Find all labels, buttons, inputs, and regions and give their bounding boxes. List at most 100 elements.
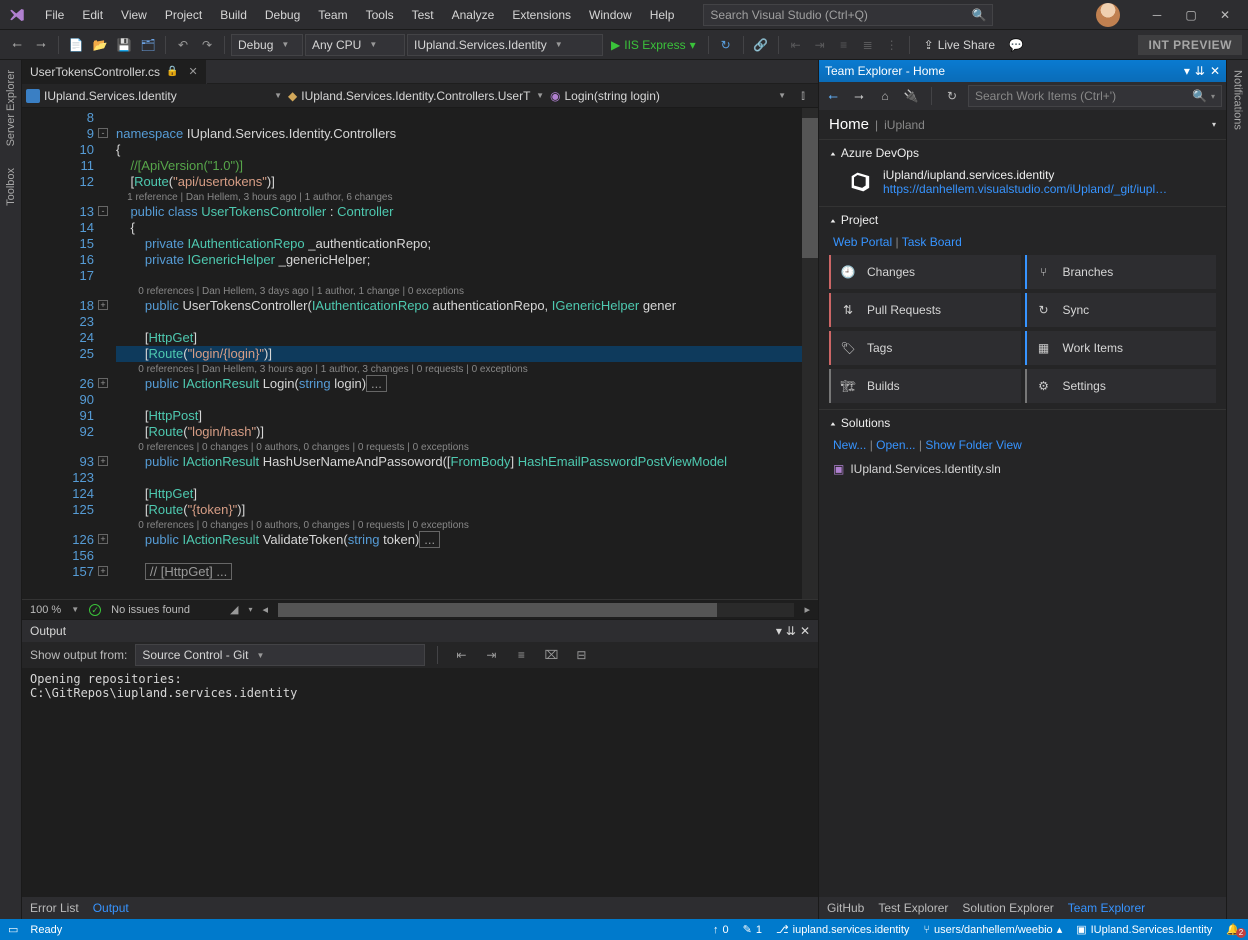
- step-2[interactable]: ⇥: [809, 33, 831, 57]
- new-project-button[interactable]: 📄: [65, 33, 87, 57]
- menu-window[interactable]: Window: [580, 8, 641, 22]
- output-source-dropdown[interactable]: Source Control - Git▼: [135, 644, 425, 666]
- feedback-button[interactable]: 💬: [1005, 33, 1027, 57]
- platform-dropdown[interactable]: Any CPU▼: [305, 34, 405, 56]
- te-expand-icon[interactable]: ▾: [1212, 120, 1216, 129]
- close-tab-icon[interactable]: ✕: [189, 65, 198, 78]
- te-menu-icon[interactable]: ▾: [1184, 64, 1190, 78]
- menu-tools[interactable]: Tools: [357, 8, 403, 22]
- open-sln-link[interactable]: Open...: [876, 438, 915, 452]
- config-dropdown[interactable]: Debug▼: [231, 34, 303, 56]
- fold-toggle[interactable]: +: [98, 456, 108, 466]
- te-section-devops[interactable]: ▲Azure DevOps: [819, 140, 1226, 166]
- undo-button[interactable]: ↶: [172, 33, 194, 57]
- output-tab[interactable]: Output: [93, 901, 129, 915]
- menu-help[interactable]: Help: [641, 8, 684, 22]
- startup-project-dropdown[interactable]: IUpland.Services.Identity▼: [407, 34, 603, 56]
- te-connect-button[interactable]: 🔌: [901, 86, 921, 106]
- menu-view[interactable]: View: [112, 8, 156, 22]
- nav-project[interactable]: IUpland.Services.Identity▼: [26, 89, 282, 103]
- pending-changes[interactable]: ✎1: [743, 923, 762, 936]
- step-4[interactable]: ≣: [857, 33, 879, 57]
- te-section-solutions[interactable]: ▲Solutions: [819, 410, 1226, 436]
- step-1[interactable]: ⇤: [785, 33, 807, 57]
- fold-toggle[interactable]: -: [98, 128, 108, 138]
- tile-changes[interactable]: 🕘Changes: [829, 255, 1021, 289]
- output-menu-icon[interactable]: ▾: [776, 624, 782, 638]
- web-portal-link[interactable]: Web Portal: [833, 235, 892, 249]
- output-btn-3[interactable]: ≡: [510, 643, 532, 667]
- notifications-tab[interactable]: Notifications: [1230, 64, 1246, 136]
- fold-toggle[interactable]: +: [98, 300, 108, 310]
- nav-class[interactable]: ◆ IUpland.Services.Identity.Controllers.…: [288, 89, 544, 103]
- test-explorer-tab[interactable]: Test Explorer: [878, 901, 948, 915]
- live-share-button[interactable]: ⇪ Live Share: [916, 38, 1003, 52]
- tile-settings[interactable]: ⚙Settings: [1025, 369, 1217, 403]
- task-board-link[interactable]: Task Board: [902, 235, 962, 249]
- output-btn-4[interactable]: ⌧: [540, 643, 562, 667]
- step-3[interactable]: ≡: [833, 33, 855, 57]
- quick-launch-search[interactable]: Search Visual Studio (Ctrl+Q) 🔍: [703, 4, 993, 26]
- output-text[interactable]: Opening repositories: C:\GitRepos\iuplan…: [22, 668, 818, 897]
- tile-pull-requests[interactable]: ⇅Pull Requests: [829, 293, 1021, 327]
- fold-toggle[interactable]: +: [98, 534, 108, 544]
- tile-tags[interactable]: 🏷Tags: [829, 331, 1021, 365]
- devops-url-link[interactable]: https://danhellem.visualstudio.com/iUpla…: [883, 182, 1173, 196]
- nav-back-button[interactable]: ⭠: [6, 33, 28, 57]
- branch-indicator[interactable]: ⑂users/danhellem/weebio ▴: [923, 923, 1062, 936]
- tile-sync[interactable]: ↻Sync: [1025, 293, 1217, 327]
- solution-explorer-tab[interactable]: Solution Explorer: [962, 901, 1053, 915]
- horizontal-scrollbar[interactable]: [278, 603, 794, 617]
- maximize-button[interactable]: ▢: [1174, 1, 1208, 29]
- output-btn-1[interactable]: ⇤: [450, 643, 472, 667]
- tile-work-items[interactable]: ▦Work Items: [1025, 331, 1217, 365]
- menu-edit[interactable]: Edit: [73, 8, 112, 22]
- te-section-project[interactable]: ▲Project: [819, 207, 1226, 233]
- te-search-input[interactable]: Search Work Items (Ctrl+') 🔍 ▾: [968, 85, 1222, 107]
- menu-extensions[interactable]: Extensions: [503, 8, 580, 22]
- redo-button[interactable]: ↷: [196, 33, 218, 57]
- te-home-button[interactable]: ⌂: [875, 86, 895, 106]
- output-pin-icon[interactable]: ⇊: [786, 624, 796, 638]
- output-btn-2[interactable]: ⇥: [480, 643, 502, 667]
- te-close-icon[interactable]: ✕: [1210, 64, 1220, 78]
- project-indicator[interactable]: ▣IUpland.Services.Identity: [1076, 923, 1212, 936]
- save-button[interactable]: 💾: [113, 33, 135, 57]
- open-file-button[interactable]: 📂: [89, 33, 111, 57]
- repo-indicator[interactable]: ⎇iupland.services.identity: [776, 923, 909, 936]
- te-refresh-button[interactable]: ↻: [942, 86, 962, 106]
- menu-build[interactable]: Build: [211, 8, 256, 22]
- minimize-button[interactable]: ─: [1140, 1, 1174, 29]
- toolbox-tab[interactable]: Toolbox: [3, 162, 19, 212]
- fold-toggle[interactable]: -: [98, 206, 108, 216]
- step-5[interactable]: ⋮: [881, 33, 903, 57]
- team-explorer-tab[interactable]: Team Explorer: [1068, 901, 1145, 915]
- menu-test[interactable]: Test: [403, 8, 443, 22]
- menu-analyze[interactable]: Analyze: [443, 8, 504, 22]
- vertical-scrollbar[interactable]: [802, 108, 818, 599]
- fold-toggle[interactable]: +: [98, 378, 108, 388]
- tile-builds[interactable]: 🏗Builds: [829, 369, 1021, 403]
- error-list-tab[interactable]: Error List: [30, 901, 79, 915]
- menu-team[interactable]: Team: [309, 8, 356, 22]
- tile-branches[interactable]: ⑂Branches: [1025, 255, 1217, 289]
- folder-view-link[interactable]: Show Folder View: [925, 438, 1022, 452]
- run-button[interactable]: ▶ IIS Express ▾: [605, 34, 702, 56]
- close-button[interactable]: ✕: [1208, 1, 1242, 29]
- notifications-button[interactable]: 🔔 2: [1226, 923, 1240, 936]
- new-sln-link[interactable]: New...: [833, 438, 866, 452]
- te-back-button[interactable]: ⭠: [823, 86, 843, 106]
- solution-item[interactable]: ▣ IUpland.Services.Identity.sln: [819, 458, 1226, 480]
- user-avatar[interactable]: [1096, 3, 1120, 27]
- fold-toggle[interactable]: +: [98, 566, 108, 576]
- code-editor[interactable]: 89-10111213-1415161718+23242526+90919293…: [22, 108, 818, 599]
- output-close-icon[interactable]: ✕: [800, 624, 810, 638]
- unpushed-commits[interactable]: ↑0: [713, 923, 729, 936]
- server-explorer-tab[interactable]: Server Explorer: [3, 64, 19, 152]
- te-fwd-button[interactable]: ⭢: [849, 86, 869, 106]
- nav-fwd-button[interactable]: ⭢: [30, 33, 52, 57]
- browser-link-button[interactable]: 🔗: [750, 33, 772, 57]
- nav-member[interactable]: ◉ Login(string login)▼: [550, 89, 786, 103]
- save-all-button[interactable]: 🗂: [137, 33, 159, 57]
- output-btn-5[interactable]: ⊟: [570, 643, 592, 667]
